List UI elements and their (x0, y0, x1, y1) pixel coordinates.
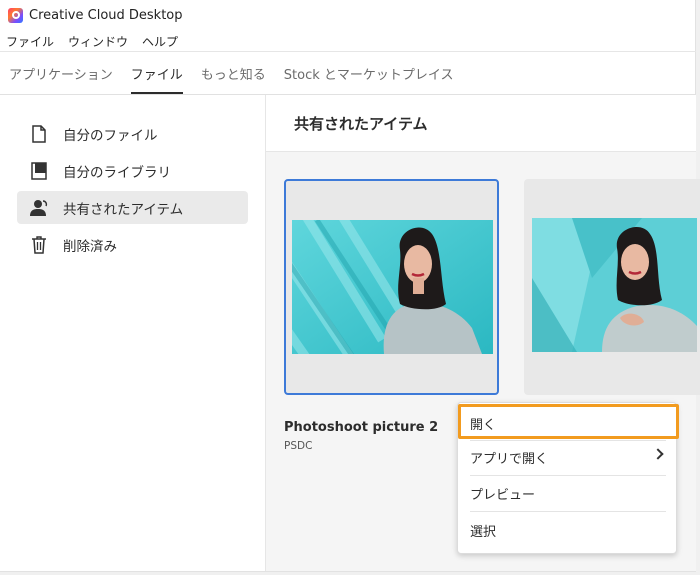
sidebar-item-label: 共有されたアイテム (63, 201, 184, 218)
sidebar-item-label: 自分のファイル (63, 127, 158, 144)
tab-files[interactable]: ファイル (130, 52, 183, 94)
menu-file[interactable]: ファイル (6, 33, 54, 50)
file-type: PSDC (284, 440, 313, 452)
sidebar-item-label: 削除済み (63, 238, 117, 255)
sidebar-item-label: 自分のライブラリ (63, 164, 171, 181)
top-tabs: アプリケーション ファイル もっと知る Stock とマーケットプレイス (0, 52, 696, 94)
page-title: 共有されたアイテム (266, 95, 696, 152)
menu-window[interactable]: ウィンドウ (68, 33, 128, 50)
context-menu-label: アプリで開く (470, 451, 549, 467)
context-menu-label: プレビュー (470, 487, 536, 503)
file-name: Photoshoot picture 2 (284, 420, 439, 435)
tab-apps[interactable]: アプリケーション (9, 52, 113, 94)
chevron-right-icon (652, 448, 664, 460)
context-menu-item-open-with[interactable]: アプリで開く (470, 441, 666, 473)
creative-cloud-logo-icon (8, 7, 23, 23)
sidebar-item-deleted[interactable]: 削除済み (17, 228, 248, 261)
file-thumbnail (532, 218, 697, 352)
sidebar-item-shared[interactable]: 共有されたアイテム (17, 191, 248, 224)
menu-bar: ファイル ウィンドウ ヘルプ (0, 30, 178, 52)
title-bar: Creative Cloud Desktop (0, 0, 696, 30)
sidebar: 自分のファイル 自分のライブラリ 共有されたアイテム 削除済み (4, 95, 266, 571)
context-menu-item-preview[interactable]: プレビュー (470, 477, 666, 509)
file-icon (29, 124, 49, 144)
file-thumbnail (292, 220, 493, 354)
context-menu-divider (470, 511, 666, 512)
app-window: Creative Cloud Desktop ファイル ウィンドウ ヘルプ アプ… (0, 0, 700, 572)
tab-stock-marketplace[interactable]: Stock とマーケットプレイス (284, 52, 454, 94)
highlight-outline (458, 404, 679, 439)
library-icon (29, 161, 49, 181)
sidebar-item-my-files[interactable]: 自分のファイル (17, 117, 248, 150)
context-menu-label: 選択 (470, 524, 497, 540)
tab-discover[interactable]: もっと知る (201, 52, 266, 94)
menu-help[interactable]: ヘルプ (142, 33, 178, 50)
window-title: Creative Cloud Desktop (29, 7, 183, 23)
context-menu-divider (470, 475, 666, 476)
trash-icon (29, 235, 49, 255)
file-card[interactable] (524, 179, 700, 395)
context-menu-item-select[interactable]: 選択 (470, 514, 666, 546)
file-card-selected[interactable] (284, 179, 499, 395)
shared-user-icon (29, 198, 49, 218)
sidebar-item-my-libraries[interactable]: 自分のライブラリ (17, 154, 248, 187)
